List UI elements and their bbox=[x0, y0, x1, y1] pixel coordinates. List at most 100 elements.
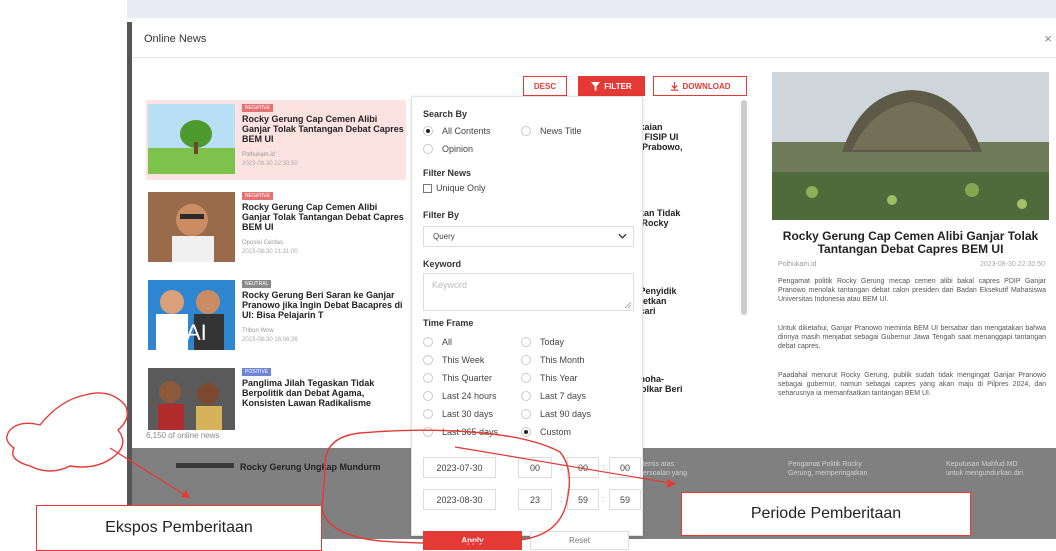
sort-desc-button[interactable]: DESC bbox=[523, 76, 567, 96]
apply-label: Apply bbox=[461, 536, 484, 545]
end-minute-input[interactable]: 59 bbox=[567, 489, 599, 510]
detail-paragraph: Paadahal menurut Rocky Gerung, publik su… bbox=[778, 372, 1046, 397]
detail-image bbox=[772, 72, 1049, 220]
radio-icon bbox=[423, 373, 433, 383]
radio-label: Last 365 days bbox=[442, 427, 499, 437]
radio-time-this-week[interactable]: This Week bbox=[423, 355, 484, 365]
radio-icon bbox=[521, 373, 531, 383]
radio-time-all[interactable]: All bbox=[423, 337, 452, 347]
apply-button[interactable]: Apply bbox=[423, 531, 522, 550]
detail-source: Polhukam.id bbox=[778, 261, 817, 268]
filter-news-label: Filter News bbox=[423, 168, 472, 178]
radio-icon bbox=[423, 144, 433, 154]
news-title: Rocky Gerung Beri Saran ke Ganjar Pranow… bbox=[242, 290, 403, 320]
news-thumbnail: AI bbox=[148, 280, 235, 350]
annotation-label: Periode Pemberitaan bbox=[750, 505, 902, 522]
end-date-input[interactable]: 2023-08-30 bbox=[423, 489, 496, 510]
resize-grip-icon[interactable] bbox=[625, 302, 631, 308]
sentiment-badge: NEGATIVE bbox=[242, 104, 273, 112]
annotation-label: Ekspos Pemberitaan bbox=[105, 519, 253, 536]
radio-icon bbox=[521, 409, 531, 419]
news-source: Tribun Wow bbox=[242, 328, 274, 334]
radio-icon bbox=[423, 391, 433, 401]
news-item[interactable]: POSITIVE Panglima Jilah Tegaskan Tidak B… bbox=[146, 364, 406, 430]
radio-checked-icon bbox=[521, 427, 531, 437]
news-thumbnail bbox=[148, 104, 235, 174]
news-detail-panel: Rocky Gerung Cap Cemen Alibi Ganjar Tola… bbox=[766, 72, 1055, 432]
online-news-modal: Online News × DESC FILTER DOWNLOAD NEGAT… bbox=[127, 22, 1056, 550]
start-hour-input[interactable]: 00 bbox=[518, 457, 552, 478]
start-date-value: 2023-07-30 bbox=[436, 462, 483, 473]
start-minute-input[interactable]: 00 bbox=[567, 457, 599, 478]
detail-paragraph: Pengamat politik Rocky Gerung mecap ceme… bbox=[778, 278, 1046, 303]
radio-label: This Month bbox=[540, 355, 585, 365]
reset-button[interactable]: Reset bbox=[530, 531, 629, 550]
end-second-value: 59 bbox=[619, 494, 630, 505]
radio-time-last-30-days[interactable]: Last 30 days bbox=[423, 409, 493, 419]
radio-icon bbox=[521, 391, 531, 401]
time-colon: : bbox=[560, 462, 563, 472]
search-by-label: Search By bbox=[423, 109, 468, 119]
keyword-input[interactable]: Keyword bbox=[423, 273, 634, 311]
dimmed-text: Keputusan Mahfud MD bbox=[946, 461, 1018, 468]
desc-label: DESC bbox=[533, 81, 557, 91]
radio-label: Opinion bbox=[442, 144, 474, 154]
filter-by-select[interactable]: Query bbox=[423, 226, 634, 247]
radio-all-contents[interactable]: All Contents bbox=[423, 126, 491, 136]
news-date: 2023-08-30 22:30:50 bbox=[242, 161, 298, 167]
news-item[interactable]: AI NEUTRAL Rocky Gerung Beri Saran ke Ga… bbox=[146, 276, 406, 356]
select-value: Query bbox=[433, 232, 455, 241]
radio-label: News Title bbox=[540, 126, 582, 136]
radio-icon bbox=[423, 355, 433, 365]
radio-label: Today bbox=[540, 337, 565, 347]
news-title: Rocky Gerung Cap Cemen Alibi Ganjar Tola… bbox=[242, 114, 404, 144]
radio-label: All bbox=[442, 337, 453, 347]
radio-label: Custom bbox=[540, 427, 572, 437]
radio-time-custom[interactable]: Custom bbox=[521, 427, 571, 437]
news-source: Oposisi Cerdas bbox=[242, 240, 284, 246]
time-colon: : bbox=[602, 494, 605, 504]
unique-only-checkbox[interactable]: Unique Only bbox=[423, 183, 486, 193]
news-thumbnail bbox=[148, 368, 235, 430]
close-icon[interactable]: × bbox=[1044, 31, 1052, 46]
radio-label: Last 7 days bbox=[540, 391, 587, 401]
radio-time-last-90-days[interactable]: Last 90 days bbox=[521, 409, 591, 419]
download-label: DOWNLOAD bbox=[682, 81, 731, 91]
sentiment-badge: POSITIVE bbox=[242, 368, 272, 376]
radio-time-this-month[interactable]: This Month bbox=[521, 355, 585, 365]
time-colon: : bbox=[602, 462, 605, 472]
time-frame-label: Time Frame bbox=[423, 318, 474, 328]
radio-time-this-quarter[interactable]: This Quarter bbox=[423, 373, 492, 383]
detail-title: Rocky Gerung Cap Cemen Alibi Ganjar Tola… bbox=[782, 229, 1039, 256]
radio-time-last-365-days[interactable]: Last 365 days bbox=[423, 427, 498, 437]
radio-icon bbox=[521, 126, 531, 136]
radio-time-last-24-hours[interactable]: Last 24 hours bbox=[423, 391, 497, 401]
filter-by-label: Filter By bbox=[423, 210, 460, 220]
radio-checked-icon bbox=[423, 126, 433, 136]
filter-button[interactable]: FILTER bbox=[578, 76, 645, 96]
filter-label: FILTER bbox=[604, 81, 632, 91]
end-date-value: 2023-08-30 bbox=[436, 494, 483, 505]
news-item[interactable]: NEGATIVE Rocky Gerung Cap Cemen Alibi Ga… bbox=[146, 188, 406, 268]
top-strip bbox=[127, 0, 1056, 18]
radio-time-last-7-days[interactable]: Last 7 days bbox=[521, 391, 586, 401]
annotation-scribble bbox=[6, 392, 128, 472]
svg-text:AI: AI bbox=[186, 320, 207, 345]
radio-news-title[interactable]: News Title bbox=[521, 126, 582, 136]
radio-opinion[interactable]: Opinion bbox=[423, 144, 473, 154]
radio-icon bbox=[423, 409, 433, 419]
news-count: 6,150 of online news bbox=[146, 431, 220, 440]
start-date-input[interactable]: 2023-07-30 bbox=[423, 457, 496, 478]
radio-time-this-year[interactable]: This Year bbox=[521, 373, 578, 383]
checkbox-label: Unique Only bbox=[436, 183, 486, 193]
start-second-input[interactable]: 00 bbox=[609, 457, 641, 478]
radio-time-today[interactable]: Today bbox=[521, 337, 564, 347]
end-second-input[interactable]: 59 bbox=[609, 489, 641, 510]
start-second-value: 00 bbox=[619, 462, 630, 473]
news-list-scrollbar[interactable] bbox=[741, 100, 747, 315]
download-button[interactable]: DOWNLOAD bbox=[653, 76, 747, 96]
end-hour-input[interactable]: 23 bbox=[518, 489, 552, 510]
keyword-label: Keyword bbox=[423, 259, 462, 269]
modal-title: Online News bbox=[144, 33, 207, 45]
news-item[interactable]: NEGATIVE Rocky Gerung Cap Cemen Alibi Ga… bbox=[146, 100, 406, 180]
